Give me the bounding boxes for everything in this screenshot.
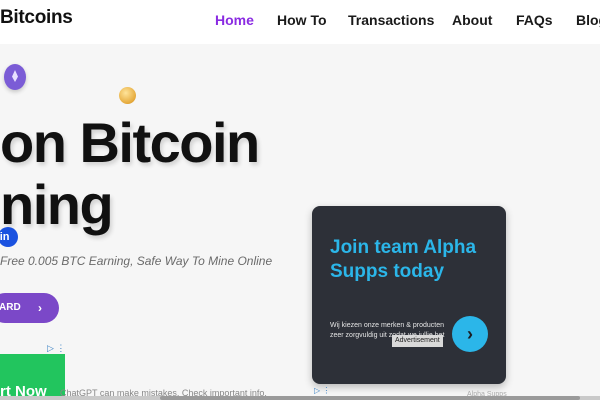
cta-label: ARD (0, 302, 21, 313)
hero-subtitle: Free 0.005 BTC Earning, Safe Way To Mine… (0, 254, 273, 268)
nav-blog[interactable]: Blog (576, 12, 600, 28)
nav-transactions[interactable]: Transactions (348, 12, 434, 28)
site-logo[interactable]: Bitcoins (0, 7, 73, 29)
adchoices-icon[interactable]: ▷ ⋮ (314, 386, 330, 395)
advertisement-card[interactable]: Join team Alpha Supps today Wij kiezen o… (312, 206, 506, 384)
ad-headline: Join team Alpha Supps today (330, 237, 477, 282)
site-header: Bitcoins Home How To Transactions About … (0, 0, 600, 44)
nav-faqs[interactable]: FAQs (516, 12, 553, 28)
hero-title-line-2: ning (0, 173, 114, 236)
dashboard-cta-button[interactable]: ARD › (0, 293, 59, 323)
advertisement-label: Advertisement (392, 335, 443, 347)
chevron-right-icon: › (38, 301, 42, 315)
ethereum-coin-icon (4, 64, 26, 90)
adchoices-icon[interactable]: ▷ ⋮ (47, 343, 65, 354)
nav-home[interactable]: Home (215, 12, 254, 28)
nav-how-to[interactable]: How To (277, 12, 327, 28)
ad-arrow-button[interactable]: › (452, 316, 488, 352)
hero-title-line-1: on Bitcoin (0, 111, 260, 174)
scrollbar-thumb[interactable] (160, 396, 580, 400)
nav-about[interactable]: About (452, 12, 492, 28)
start-now-ad-button[interactable]: rt Now (0, 354, 65, 400)
bitcoin-coin-icon (119, 87, 136, 104)
